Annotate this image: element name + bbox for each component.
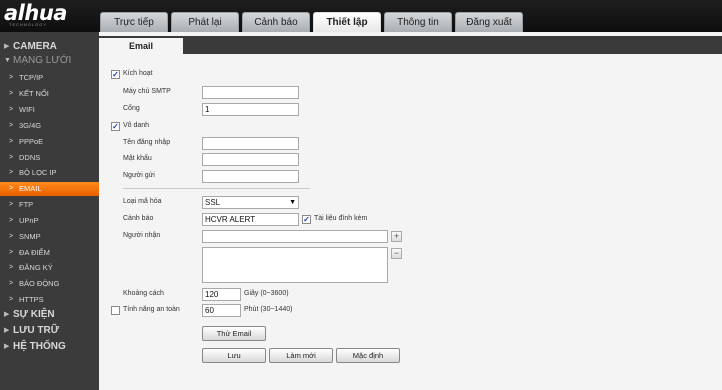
save-button[interactable]: Lưu (202, 348, 266, 363)
sidebar-item-email[interactable]: > EMAIL (0, 182, 99, 196)
port-label: Cổng (123, 105, 140, 112)
interval-label: Khoảng cách (123, 290, 164, 297)
sidebar-item-wifi[interactable]: > WIFI (0, 103, 99, 117)
remove-receiver-button[interactable]: − (391, 248, 402, 259)
sidebar-item-3g4g[interactable]: >3G/4G (0, 119, 99, 133)
sidebar-item-https[interactable]: > HTTPS (0, 293, 99, 307)
tab-logout[interactable]: Đăng xuất (455, 12, 523, 32)
chevron-right-icon: ▶ (4, 343, 10, 350)
chevron-right-icon: > (9, 185, 14, 192)
encryption-label: Loại mã hóa (123, 198, 162, 205)
health-mail-unit: Phút (30~1440) (244, 306, 293, 313)
interval-unit: Giây (0~3600) (244, 290, 289, 297)
health-mail-checkbox[interactable] (111, 306, 120, 315)
refresh-button[interactable]: Làm mới (269, 348, 333, 363)
sidebar-item-pppoe[interactable]: > PPPoE (0, 135, 99, 149)
tab-playback[interactable]: Phát lại (171, 12, 239, 32)
port-input[interactable]: 1 (202, 103, 299, 116)
username-label: Tên đăng nhập (123, 139, 171, 146)
chevron-right-icon: > (9, 122, 14, 129)
receiver-input[interactable] (202, 230, 388, 243)
default-button[interactable]: Mặc định (336, 348, 400, 363)
chevron-right-icon: > (9, 138, 14, 145)
interval-input[interactable]: 120 (202, 288, 241, 301)
password-label: Mật khẩu (123, 155, 152, 162)
username-input[interactable] (202, 137, 299, 150)
tab-info[interactable]: Thông tin (384, 12, 452, 32)
encryption-select[interactable]: SSL ▼ (202, 196, 299, 209)
sidebar-item-upnp[interactable]: > UPnP (0, 214, 99, 228)
password-input[interactable] (202, 153, 299, 166)
anonymous-label: Vô danh (123, 122, 150, 129)
sender-input[interactable] (202, 170, 299, 183)
sidebar-item-snmp[interactable]: > SNMP (0, 230, 99, 244)
chevron-down-icon: ▼ (4, 57, 11, 64)
add-receiver-button[interactable]: + (391, 231, 402, 242)
smtp-server-input[interactable] (202, 86, 299, 99)
chevron-right-icon: ▶ (4, 327, 10, 334)
chevron-right-icon: > (9, 296, 14, 303)
enable-checkbox[interactable]: ✓ (111, 70, 120, 79)
content-tab-bar (99, 36, 722, 54)
sidebar-item-event[interactable]: ▶ SỰ KIỆN (0, 308, 99, 322)
chevron-right-icon: > (9, 201, 14, 208)
chevron-right-icon: ▶ (4, 311, 10, 318)
chevron-right-icon: > (9, 217, 14, 224)
sidebar-item-alarm-center[interactable]: > BÁO ĐỘNG (0, 277, 99, 291)
subject-label: Cảnh báo (123, 215, 154, 222)
test-email-button[interactable]: Thử Email (202, 326, 266, 341)
sidebar-item-tcpip[interactable]: > TCP/IP (0, 71, 99, 85)
chevron-right-icon: > (9, 106, 14, 113)
chevron-down-icon: ▼ (289, 199, 296, 206)
sidebar-item-ddns[interactable]: > DDNS (0, 151, 99, 165)
sidebar-item-camera[interactable]: ▶ CAMERA (0, 40, 99, 54)
enable-label: Kích hoạt (123, 70, 153, 77)
tab-live[interactable]: Trực tiếp (100, 12, 168, 32)
sidebar-item-ip-filter[interactable]: > BỘ LỌC IP (0, 166, 99, 180)
subject-input[interactable]: HCVR ALERT (202, 213, 299, 226)
sidebar-item-storage[interactable]: ▶ LƯU TRỮ (0, 324, 99, 338)
health-mail-label: Tính năng an toàn (123, 306, 180, 313)
sidebar: ▶ CAMERA ▼ MẠNG LƯỚI > TCP/IP > KẾT NỐI > WIF… (0, 32, 99, 390)
sidebar-item-multicast[interactable]: > ĐA ĐIỂM (0, 246, 99, 260)
anonymous-checkbox[interactable]: ✓ (111, 122, 120, 131)
chevron-right-icon: > (9, 280, 14, 287)
chevron-right-icon: > (9, 90, 14, 97)
attachment-checkbox[interactable]: ✓ (302, 215, 311, 224)
attachment-label: Tài liệu đính kèm (314, 215, 368, 222)
sidebar-item-network[interactable]: ▼ MẠNG LƯỚI (0, 54, 99, 68)
tab-alarm[interactable]: Cảnh báo (242, 12, 310, 32)
tab-email[interactable]: Email (99, 38, 183, 56)
chevron-right-icon: ▶ (4, 43, 10, 50)
settings-panel: Email ✓ Kích hoạt Máy chủ SMTP Cổng 1 ✓ … (99, 32, 722, 390)
chevron-right-icon: > (9, 169, 14, 176)
top-header: alhua TECHNOLOGY Trực tiếp Phát lại Cảnh… (0, 0, 722, 32)
sidebar-item-connection[interactable]: > KẾT NỐI (0, 87, 99, 101)
health-mail-input[interactable]: 60 (202, 304, 241, 317)
chevron-right-icon: > (9, 249, 14, 256)
sidebar-item-register[interactable]: > ĐĂNG KÝ (0, 261, 99, 275)
sender-label: Người gửi (123, 172, 155, 179)
sidebar-item-system[interactable]: ▶ HỆ THỐNG (0, 340, 99, 354)
brand-logo-sub: TECHNOLOGY (9, 22, 48, 27)
section-divider (123, 188, 310, 189)
chevron-right-icon: > (9, 264, 14, 271)
chevron-right-icon: > (9, 233, 14, 240)
receiver-list[interactable] (202, 247, 388, 283)
chevron-right-icon: > (9, 74, 14, 81)
sidebar-item-ftp[interactable]: > FTP (0, 198, 99, 212)
chevron-right-icon: > (9, 154, 14, 161)
receiver-label: Người nhận (123, 232, 161, 239)
smtp-server-label: Máy chủ SMTP (123, 88, 171, 95)
tab-setup[interactable]: Thiết lập (313, 12, 381, 32)
